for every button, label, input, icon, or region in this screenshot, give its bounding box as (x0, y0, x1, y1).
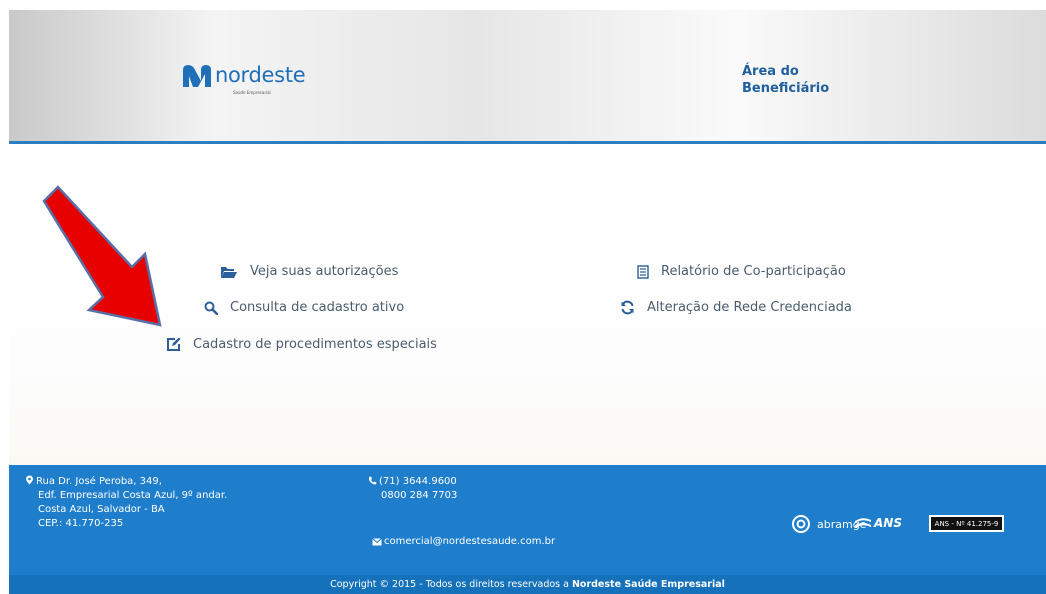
nordeste-logo[interactable]: nordeste Saúde Empresarial (181, 60, 341, 106)
link-label: Consulta de cadastro ativo (230, 300, 405, 315)
copyright-text: Copyright © 2015 - Todos os direitos res… (330, 579, 569, 590)
email-text: comercial@nordestesaude.com.br (384, 536, 556, 547)
link-label: Cadastro de procedimentos especiais (193, 337, 437, 352)
phone-icon (369, 476, 377, 485)
edit-icon (166, 337, 181, 352)
phone-line-1: (71) 3644.9600 (368, 475, 457, 489)
address-line-4: CEP.: 41.770-235 (38, 518, 124, 529)
copyright-bar: Copyright © 2015 - Todos os direitos res… (9, 575, 1046, 594)
refresh-icon (620, 300, 635, 315)
link-relatorio-coparticipacao[interactable]: Relatório de Co-participação (637, 264, 846, 279)
link-veja-autorizacoes[interactable]: Veja suas autorizações (220, 264, 398, 279)
link-label: Relatório de Co-participação (661, 264, 846, 279)
phone-2[interactable]: 0800 284 7703 (368, 489, 457, 503)
folder-open-icon (220, 265, 238, 279)
area-title: Área do Beneficiário (742, 63, 882, 97)
address-line-2: Edf. Empresarial Costa Azul, 9º andar. (38, 490, 228, 501)
logo-tagline: Saúde Empresarial (233, 90, 271, 95)
abramge-logo-icon (792, 515, 810, 533)
address-line-1: Rua Dr. José Peroba, 349, (25, 475, 227, 489)
report-icon (637, 264, 649, 279)
location-pin-icon (26, 475, 33, 485)
nordeste-logo-mark-icon (183, 65, 211, 87)
site-header: nordeste Saúde Empresarial Área do Benef… (9, 10, 1046, 144)
link-consulta-cadastro[interactable]: Consulta de cadastro ativo (204, 300, 404, 315)
ans-logo-icon (855, 518, 871, 528)
area-title-line1: Área do (742, 64, 799, 79)
search-icon (204, 301, 218, 315)
phone-1[interactable]: (71) 3644.9600 (379, 476, 457, 487)
envelope-icon (372, 537, 382, 545)
logo-wordmark: nordeste (215, 63, 306, 87)
link-alteracao-rede[interactable]: Alteração de Rede Credenciada (620, 300, 852, 315)
address-line-3: Costa Azul, Salvador - BA (38, 504, 165, 515)
site-footer: Rua Dr. José Peroba, 349, Edf. Empresari… (9, 465, 1046, 575)
ans-logo[interactable]: ANS (854, 516, 902, 530)
ans-registry-badge: ANS - Nº 41.275-9 (929, 515, 1004, 532)
footer-email[interactable]: comercial@nordestesaude.com.br (372, 536, 555, 547)
ans-text: ANS (874, 516, 902, 530)
link-cadastro-procedimentos[interactable]: Cadastro de procedimentos especiais (166, 337, 437, 352)
copyright-company: Nordeste Saúde Empresarial (571, 579, 725, 590)
link-label: Alteração de Rede Credenciada (647, 300, 852, 315)
address-text-1: Rua Dr. José Peroba, 349, (36, 476, 162, 487)
footer-address: Rua Dr. José Peroba, 349, Edf. Empresari… (25, 475, 227, 531)
red-arrow-icon (42, 185, 162, 327)
link-label: Veja suas autorizações (250, 264, 399, 279)
footer-phones: (71) 3644.9600 0800 284 7703 (368, 475, 457, 503)
area-title-line2: Beneficiário (742, 81, 830, 96)
